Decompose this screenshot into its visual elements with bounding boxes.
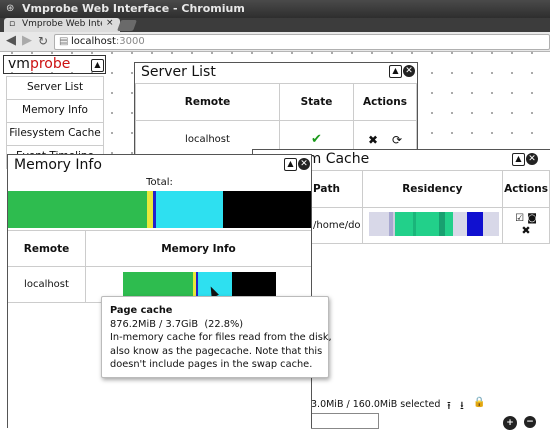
- remove-icon[interactable]: ✖: [521, 224, 530, 237]
- memory-remote: localhost: [8, 266, 86, 303]
- selection-summary: 3.0MiB / 160.0MiB selected: [311, 399, 441, 410]
- memory-segment-swap-cache[interactable]: [156, 191, 223, 228]
- column-header-residency[interactable]: Residency: [361, 170, 504, 208]
- residency-bar: [368, 212, 499, 236]
- file-path: /home/do: [312, 207, 363, 244]
- snapshot-icon[interactable]: ◙: [527, 213, 537, 224]
- collapse-panel-icon[interactable]: ▲: [389, 65, 402, 78]
- column-header-actions: Actions: [353, 83, 417, 121]
- column-header-remote[interactable]: Remote: [8, 230, 86, 267]
- close-panel-icon[interactable]: ✕: [298, 158, 310, 170]
- tooltip-desc-2: also know as the pagecache. Note that th…: [110, 345, 323, 357]
- collapse-panel-icon[interactable]: ▲: [512, 153, 525, 166]
- residency-cell: [361, 207, 504, 244]
- browser-tab[interactable]: ▫ Vmprobe Web Interface ×: [4, 18, 120, 32]
- forward-icon[interactable]: ▶: [22, 34, 32, 48]
- logo-probe: probe: [29, 56, 71, 72]
- page-cache-tooltip: Page cache 876.2MiB / 3.7GiB (22.8%) In-…: [101, 296, 332, 378]
- close-panel-icon[interactable]: ✕: [403, 65, 415, 77]
- panel-title: Server List: [141, 64, 216, 80]
- sidebar-item-filesystem-cache[interactable]: Filesystem Cache: [6, 122, 104, 146]
- collapse-panel-icon[interactable]: ▲: [284, 158, 297, 171]
- sidebar-item-memory-info[interactable]: Memory Info: [6, 99, 104, 123]
- tooltip-title: Page cache: [110, 305, 173, 316]
- memory-segment-free[interactable]: [232, 272, 276, 296]
- total-memory-bar: [8, 191, 311, 228]
- sidebar-item-label: Server List: [26, 81, 84, 93]
- memory-info-panel: Memory Info ▲ ✕ Total: Remote Memory Inf…: [7, 154, 312, 428]
- favicon-icon: ▫: [9, 19, 16, 29]
- lock-icon[interactable]: 🔒: [473, 397, 485, 408]
- url-host: localhost: [71, 36, 116, 47]
- sidebar-item-server-list[interactable]: Server List: [6, 76, 104, 100]
- column-header-actions: Actions: [502, 170, 550, 208]
- zoom-out-icon[interactable]: −: [524, 416, 536, 428]
- tooltip-desc-1: In-memory cache for files read from the …: [110, 332, 332, 343]
- page-icon: ▤: [59, 36, 69, 47]
- column-header-state[interactable]: State: [279, 83, 354, 121]
- remove-icon[interactable]: ✖: [368, 133, 378, 147]
- table-row: /home/do ☑ ◙ ✖: [312, 207, 550, 244]
- total-label: Total:: [146, 177, 173, 188]
- window-title: Vmprobe Web Interface - Chromium: [22, 2, 245, 15]
- panel-title: Memory Info: [14, 157, 102, 173]
- column-header-memory-info: Memory Info: [85, 230, 311, 267]
- tooltip-desc-3: doesn't include pages in the swap cache.: [110, 359, 313, 370]
- tooltip-size: 876.2MiB / 3.7GiB (22.8%): [110, 318, 244, 330]
- logo: vmprobe ▲: [3, 55, 106, 74]
- host-memory-bar[interactable]: [123, 272, 276, 296]
- column-header-path[interactable]: Path: [312, 170, 363, 208]
- filter-input[interactable]: [311, 413, 379, 429]
- select-icon[interactable]: ☑: [515, 213, 524, 224]
- close-panel-icon[interactable]: ✕: [526, 153, 538, 165]
- refresh-icon[interactable]: ⟳: [392, 133, 402, 147]
- address-bar[interactable]: ▤ localhost:3000: [54, 34, 550, 50]
- window-titlebar: ⊛ Vmprobe Web Interface - Chromium: [0, 0, 550, 18]
- tab-title: Vmprobe Web Interface: [22, 19, 102, 29]
- column-header-remote[interactable]: Remote: [135, 83, 280, 121]
- app-icon: ⊛: [6, 3, 15, 14]
- download-icon[interactable]: ⭳: [460, 397, 464, 416]
- upload-icon[interactable]: ⭱: [447, 397, 451, 416]
- collapse-sidebar-icon[interactable]: ▲: [91, 59, 104, 72]
- server-list-panel: Server List ▲ ✕ Remote State Actions loc…: [134, 62, 418, 160]
- logo-vm: vm: [8, 56, 30, 72]
- memory-segment-free[interactable]: [223, 191, 311, 228]
- tab-close-icon[interactable]: ×: [106, 18, 114, 28]
- sidebar-item-label: Memory Info: [22, 104, 88, 116]
- memory-segment-used[interactable]: [123, 272, 193, 296]
- sidebar-item-label: Filesystem Cache: [9, 127, 101, 139]
- url-port: :3000: [115, 36, 145, 47]
- reload-icon[interactable]: ↻: [38, 34, 48, 48]
- back-icon[interactable]: ◀: [6, 34, 16, 48]
- memory-segment-used[interactable]: [8, 191, 147, 228]
